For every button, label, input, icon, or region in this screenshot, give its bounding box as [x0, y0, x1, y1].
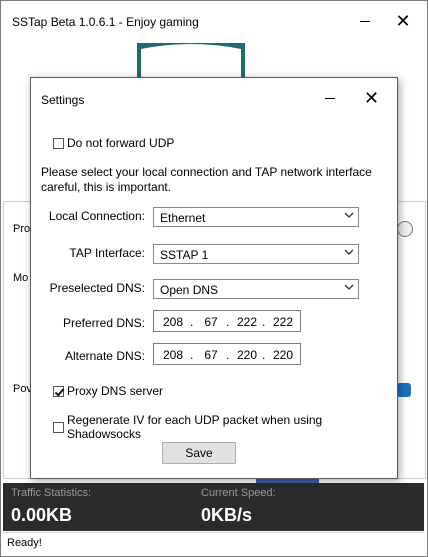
chevron-down-icon: [344, 212, 354, 218]
close-icon[interactable]: ✕: [364, 88, 379, 108]
stats-bar: Traffic Statistics: 0.00KB Current Speed…: [3, 483, 424, 531]
chevron-down-icon: [344, 284, 354, 290]
tap-interface-select[interactable]: SSTAP 1: [153, 244, 359, 264]
tap-interface-label: TAP Interface:: [69, 246, 145, 260]
speed-value: 0KB/s: [201, 505, 253, 525]
ip-octet: 67: [204, 348, 218, 362]
mode-label-partial: Mo: [13, 272, 29, 284]
preselected-dns-value: Open DNS: [160, 283, 219, 297]
speed-label: Current Speed:: [201, 487, 276, 499]
ip-octet: 220: [236, 348, 258, 362]
preferred-dns-input[interactable]: 208 . 67 . 222 . 222: [153, 310, 301, 332]
lightning-icon[interactable]: [397, 221, 413, 237]
ip-dot: .: [226, 348, 230, 362]
ip-octet: 222: [272, 315, 294, 329]
checkbox-box[interactable]: [53, 137, 64, 149]
ip-dot: .: [190, 315, 194, 329]
save-button[interactable]: Save: [162, 442, 236, 464]
ip-octet: 208: [162, 348, 184, 362]
checkbox-box[interactable]: [53, 421, 64, 433]
minimize-icon[interactable]: [354, 9, 376, 33]
preferred-dns-label: Preferred DNS:: [62, 316, 145, 330]
local-connection-select[interactable]: Ethernet: [153, 207, 359, 227]
local-connection-value: Ethernet: [160, 211, 206, 225]
alternate-dns-label: Alternate DNS:: [64, 349, 145, 363]
dialog-title: Settings: [41, 93, 85, 107]
preselected-dns-label: Preselected DNS:: [49, 281, 145, 295]
alternate-dns-input[interactable]: 208 . 67 . 220 . 220: [153, 343, 301, 365]
local-connection-label: Local Connection:: [48, 209, 145, 223]
app-title: SSTap Beta 1.0.6.1 - Enjoy gaming: [12, 15, 199, 29]
ip-octet: 208: [162, 315, 184, 329]
ip-octet: 67: [204, 315, 218, 329]
chevron-down-icon: [344, 249, 354, 255]
status-text: Ready!: [7, 537, 42, 549]
info-text: Please select your local connection and …: [41, 165, 372, 194]
ip-dot: .: [262, 348, 266, 362]
ip-dot: .: [226, 315, 230, 329]
settings-dialog: Settings ✕ Do not forward UDP Please sel…: [30, 77, 398, 479]
regenerate-iv-checkbox[interactable]: Regenerate IV for each UDP packet when u…: [53, 413, 397, 441]
checkbox-label: Do not forward UDP: [67, 136, 175, 150]
status-bar: Ready!: [3, 532, 424, 555]
traffic-label: Traffic Statistics:: [11, 487, 92, 499]
settings-icon[interactable]: [397, 383, 411, 397]
proxy-dns-checkbox[interactable]: Proxy DNS server: [53, 384, 163, 398]
checkbox-label: Regenerate IV for each UDP packet when u…: [66, 413, 323, 441]
do-not-forward-udp-checkbox[interactable]: Do not forward UDP: [53, 136, 174, 150]
tap-interface-value: SSTAP 1: [160, 248, 209, 262]
traffic-value: 0.00KB: [11, 505, 73, 525]
titlebar: SSTap Beta 1.0.6.1 - Enjoy gaming ✕: [1, 1, 427, 42]
checkmark-icon[interactable]: [53, 385, 64, 397]
minimize-icon[interactable]: [325, 98, 335, 99]
ip-dot: .: [262, 315, 266, 329]
proxy-label-partial: Pro: [13, 223, 31, 235]
ip-dot: .: [190, 348, 194, 362]
ip-octet: 222: [236, 315, 258, 329]
checkbox-label: Proxy DNS server: [67, 384, 164, 398]
preselected-dns-select[interactable]: Open DNS: [153, 279, 359, 299]
close-icon[interactable]: ✕: [392, 9, 414, 33]
ip-octet: 220: [272, 348, 294, 362]
